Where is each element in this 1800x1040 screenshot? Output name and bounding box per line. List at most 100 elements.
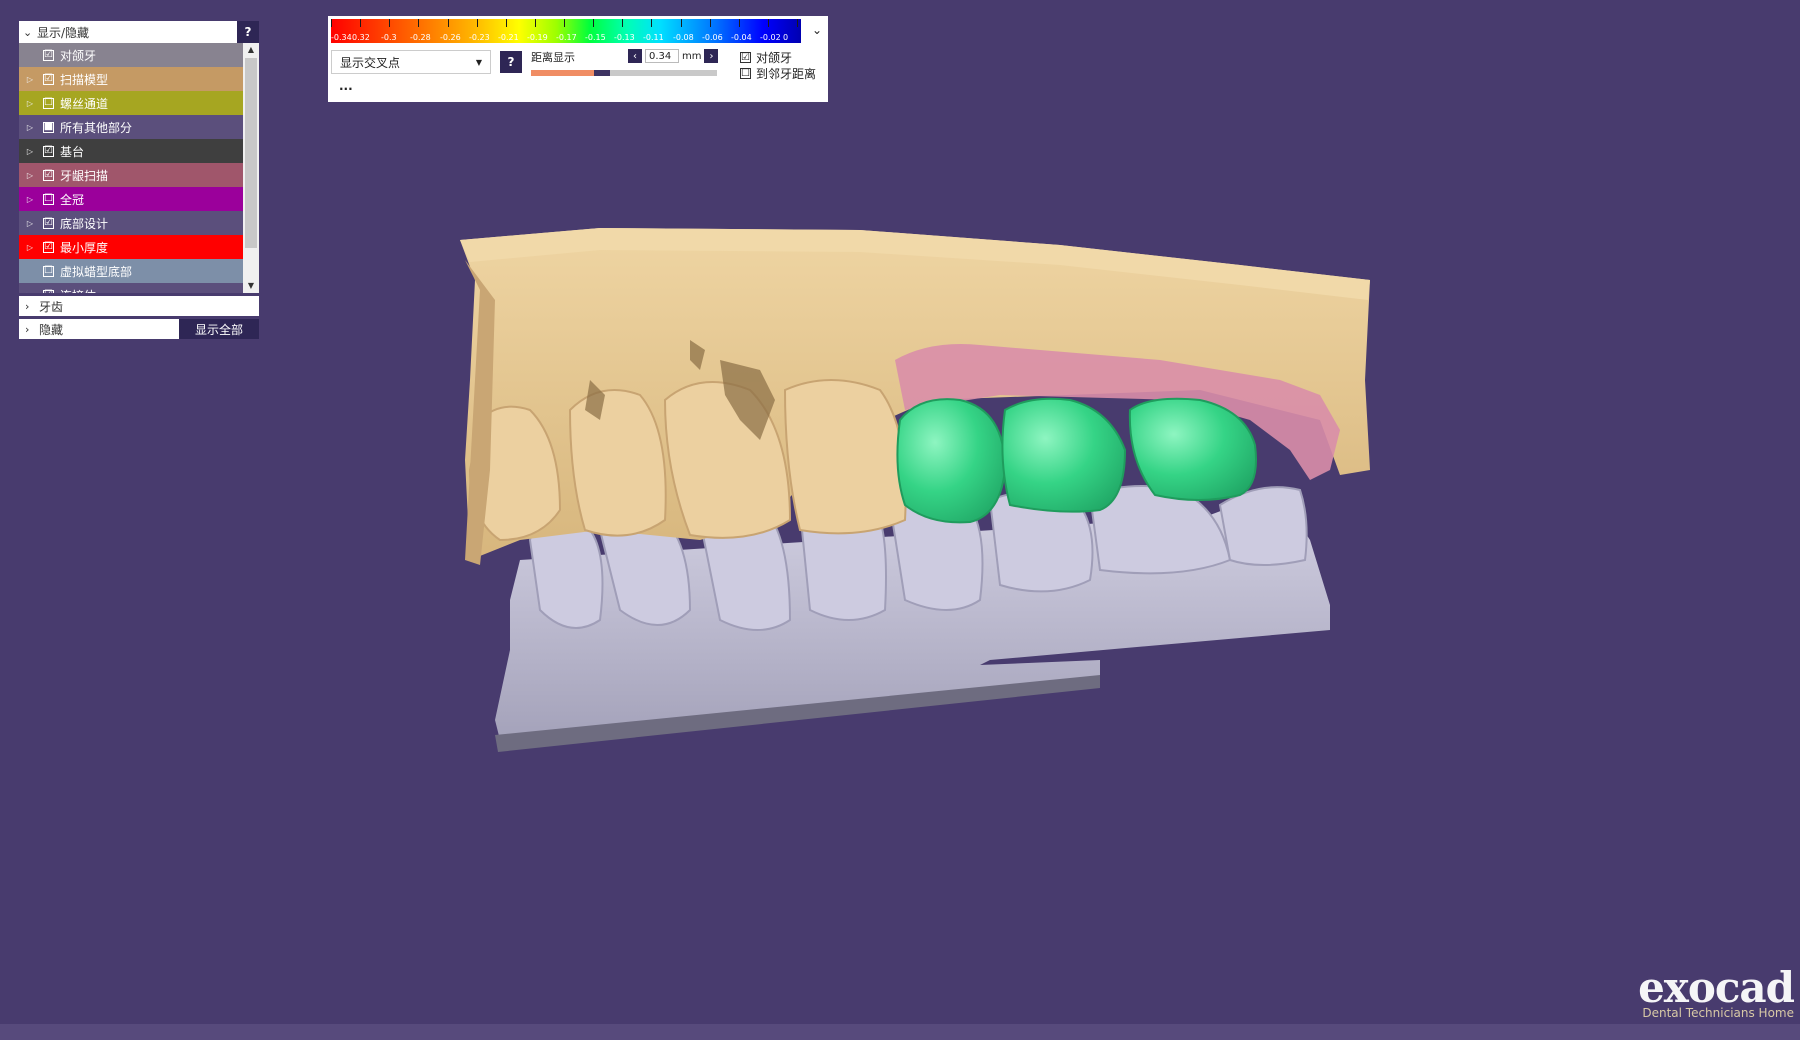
- chevron-down-icon[interactable]: ⌄: [812, 23, 822, 37]
- scale-tick-label: -0.11: [643, 33, 664, 42]
- list-scrollbar[interactable]: ▲ ▼: [243, 43, 259, 293]
- distance-slider-fill: [531, 70, 594, 76]
- scale-tick-label: -0.06: [702, 33, 723, 42]
- visibility-item[interactable]: ▷ ☑ 连接体: [19, 283, 243, 293]
- visibility-checkbox[interactable]: ☑: [43, 73, 54, 85]
- green-crowns: [896, 397, 1257, 524]
- scale-tick: [564, 19, 565, 27]
- visibility-checkbox[interactable]: ☑: [43, 217, 54, 229]
- visibility-item-label: 牙龈扫描: [60, 168, 109, 183]
- scale-tick-label: -0.21: [498, 33, 519, 42]
- scale-tick-label: -0.26: [440, 33, 461, 42]
- visibility-list: ☑ 对颌牙 ▷ ☑ 扫描模型 ▷ ☐ 螺丝通道 ▷ ■ 所有其他部分 ▷ ☑ 基台 ▷ ☑ 牙龈扫描 ▷ ☐ 全冠 ▷ ☑…: [19, 43, 259, 293]
- adjacent-distance-checkbox[interactable]: ☐ 到邻牙距离: [740, 65, 816, 82]
- scale-tick: [797, 19, 798, 27]
- 3d-viewport[interactable]: [0, 0, 1800, 1040]
- scale-tick: [477, 19, 478, 27]
- visibility-item[interactable]: ▷ ☑ 基台: [19, 139, 243, 163]
- scroll-thumb[interactable]: [245, 58, 257, 248]
- scale-tick: [651, 19, 652, 27]
- expand-arrow-icon[interactable]: ▷: [23, 75, 37, 84]
- scale-tick: [389, 19, 390, 27]
- expand-arrow-icon[interactable]: ▷: [23, 291, 37, 294]
- scale-tick-label: -0.19: [527, 33, 548, 42]
- expand-arrow-icon[interactable]: ▷: [23, 219, 37, 228]
- visibility-item[interactable]: ▷ ☐ 螺丝通道: [19, 91, 243, 115]
- expand-arrow-icon[interactable]: ▷: [23, 147, 37, 156]
- scroll-down-icon[interactable]: ▼: [243, 279, 259, 293]
- visibility-checkbox[interactable]: ☐: [43, 265, 54, 277]
- distance-spinner: ‹ 0.34 mm ›: [628, 49, 719, 63]
- antagonist-checkbox[interactable]: ☑ 对颌牙: [740, 49, 792, 66]
- hidden-section-label: 隐藏: [39, 322, 64, 337]
- display-mode-value: 显示交叉点: [340, 55, 401, 70]
- visibility-item-label: 最小厚度: [60, 240, 109, 255]
- more-options-button[interactable]: ...: [339, 79, 353, 93]
- scroll-up-icon[interactable]: ▲: [243, 43, 259, 57]
- scale-tick: [360, 19, 361, 27]
- visibility-item[interactable]: ▷ ☑ 扫描模型: [19, 67, 243, 91]
- distance-input[interactable]: 0.34: [645, 49, 679, 63]
- scale-tick-label: -0.04: [731, 33, 752, 42]
- distance-unit: mm: [682, 50, 702, 62]
- scale-tick-label: -0.08: [673, 33, 694, 42]
- adjacent-check-icon[interactable]: ☐: [740, 68, 751, 79]
- visibility-item[interactable]: ▷ ☐ 全冠: [19, 187, 243, 211]
- visibility-checkbox[interactable]: ☐: [43, 193, 54, 205]
- expand-arrow-icon[interactable]: ▷: [23, 171, 37, 180]
- visibility-item[interactable]: ☐ 虚拟蜡型底部: [19, 259, 243, 283]
- visibility-checkbox[interactable]: ☐: [43, 97, 54, 109]
- hidden-section[interactable]: › 隐藏 显示全部: [19, 319, 259, 339]
- scale-tick: [739, 19, 740, 27]
- chevron-down-icon[interactable]: ⌄: [23, 26, 37, 39]
- visibility-checkbox[interactable]: ☑: [43, 241, 54, 253]
- show-all-button[interactable]: 显示全部: [179, 319, 259, 339]
- scale-tick-label: 0.32: [352, 33, 370, 42]
- expand-arrow-icon[interactable]: ▷: [23, 123, 37, 132]
- visibility-item-label: 基台: [60, 144, 85, 159]
- expand-arrow-icon[interactable]: ▷: [23, 195, 37, 204]
- dental-model-scene[interactable]: [0, 0, 1800, 1040]
- scale-tick-label: -0.23: [469, 33, 490, 42]
- teeth-section[interactable]: › 牙齿: [19, 296, 259, 316]
- antagonist-label: 对颌牙: [756, 51, 793, 65]
- scale-tick-label: -0.3: [381, 33, 397, 42]
- distance-slider[interactable]: [531, 70, 717, 76]
- visibility-item[interactable]: ▷ ☑ 最小厚度: [19, 235, 243, 259]
- visibility-checkbox[interactable]: ☑: [43, 49, 54, 61]
- adjacent-label: 到邻牙距离: [756, 67, 817, 81]
- visibility-item-label: 所有其他部分: [60, 120, 133, 135]
- visibility-item-label: 螺丝通道: [60, 96, 109, 111]
- visibility-item[interactable]: ▷ ■ 所有其他部分: [19, 115, 243, 139]
- scale-tick: [418, 19, 419, 27]
- scale-tick: [535, 19, 536, 27]
- distance-slider-knob[interactable]: [594, 70, 610, 76]
- scale-tick-label: -0.02: [760, 33, 781, 42]
- expand-arrow-icon[interactable]: ▷: [23, 99, 37, 108]
- chevron-right-icon: ›: [25, 299, 30, 313]
- scale-tick: [710, 19, 711, 27]
- chevron-right-icon: ›: [25, 322, 30, 336]
- visibility-item-label: 扫描模型: [60, 72, 109, 87]
- expand-arrow-icon[interactable]: ▷: [23, 243, 37, 252]
- visibility-checkbox[interactable]: ☑: [43, 289, 54, 293]
- visibility-item-label: 全冠: [60, 192, 85, 207]
- antagonist-check-icon[interactable]: ☑: [740, 52, 751, 63]
- visibility-checkbox[interactable]: ■: [43, 121, 54, 133]
- decrease-icon[interactable]: ‹: [628, 49, 642, 63]
- visibility-item-label: 底部设计: [60, 216, 109, 231]
- help-button[interactable]: ?: [237, 21, 259, 43]
- visibility-checkbox[interactable]: ☑: [43, 145, 54, 157]
- increase-icon[interactable]: ›: [704, 49, 719, 63]
- visibility-item[interactable]: ▷ ☑ 底部设计: [19, 211, 243, 235]
- show-hide-title: 显示/隐藏: [37, 25, 90, 40]
- scale-tick: [331, 19, 332, 27]
- display-mode-select[interactable]: 显示交叉点 ▼: [331, 50, 491, 74]
- visibility-checkbox[interactable]: ☑: [43, 169, 54, 181]
- status-bar: [0, 1024, 1800, 1040]
- visibility-item[interactable]: ▷ ☑ 牙龈扫描: [19, 163, 243, 187]
- show-hide-header[interactable]: ⌄ 显示/隐藏 ?: [19, 21, 259, 43]
- toolbar-help-button[interactable]: ?: [500, 51, 522, 73]
- scale-tick: [768, 19, 769, 27]
- visibility-item[interactable]: ☑ 对颌牙: [19, 43, 243, 67]
